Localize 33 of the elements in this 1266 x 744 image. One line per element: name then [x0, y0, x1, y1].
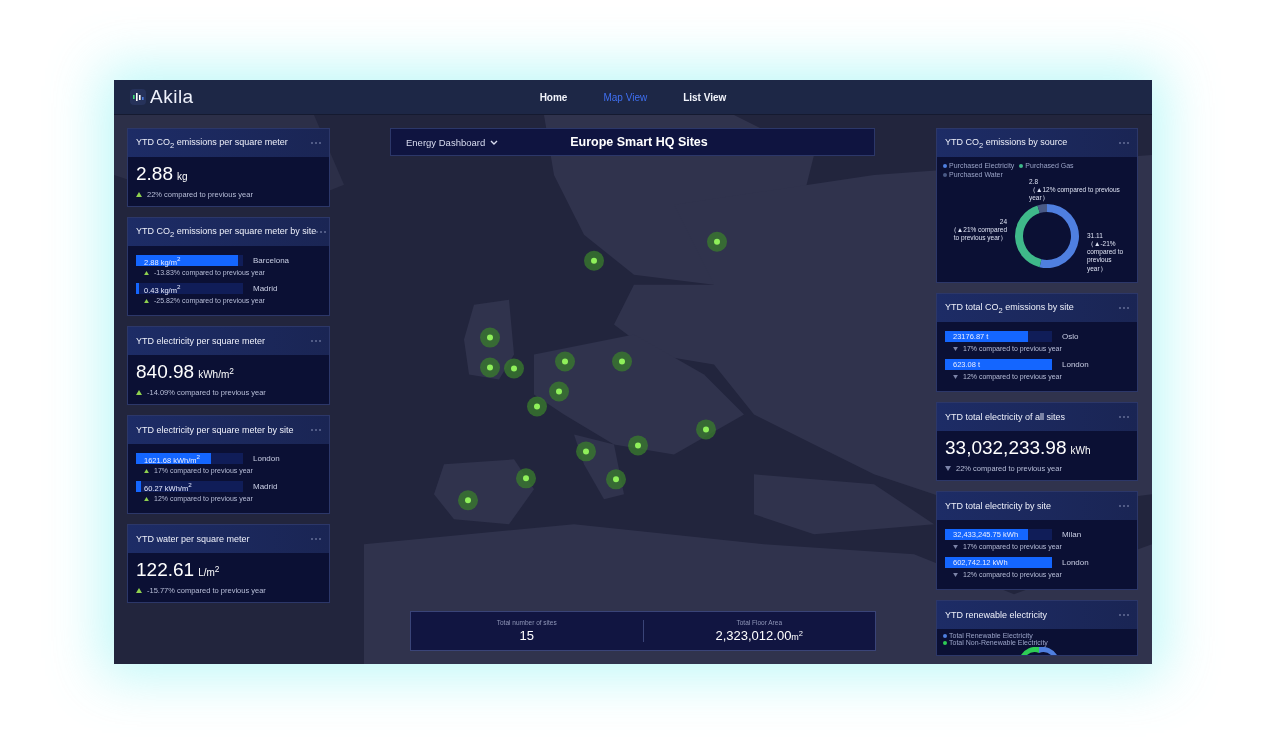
panel-title: YTD electricity per square meter [136, 336, 266, 346]
panel-title: YTD total electricity of all sites [945, 412, 1066, 422]
dashboard-dropdown[interactable]: Energy Dashboard [406, 136, 499, 148]
summary-value: 2,323,012.00m$^{2}$ [715, 628, 804, 643]
site-name: Oslo [1062, 332, 1079, 341]
metric-value: 2.88 [136, 163, 173, 185]
site-name: London [1062, 558, 1089, 567]
nav-link[interactable]: List View [683, 91, 727, 103]
metric-value: 840.98 [136, 361, 195, 383]
panel-title: YTD CO$_{2}$ emissions per square meter by site [136, 225, 317, 239]
panel-title: YTD CO$_{2}$ emissions by source [945, 136, 1068, 150]
site-name: Madrid [253, 482, 278, 491]
site-name: Barcelona [253, 256, 290, 265]
metric-unit: L/m$^{2}$ [198, 563, 220, 578]
map-title: Europe Smart HQ Sites [570, 135, 708, 149]
site-name: Madrid [253, 284, 278, 293]
panel-title: YTD CO$_{2}$ emissions per square meter [136, 136, 288, 150]
metric-unit: kg [177, 171, 188, 182]
metric-value: 122.61 [136, 559, 195, 581]
nav-link[interactable]: Home [539, 91, 568, 103]
panel-title: YTD total electricity by site [945, 501, 1052, 511]
panel-title: YTD total CO$_{2}$ emissions by site [945, 301, 1074, 315]
site-name: London [253, 454, 280, 463]
summary-value: 15 [519, 628, 534, 643]
metric-unit: kWh/m$^{2}$ [198, 365, 234, 380]
site-name: London [1062, 360, 1089, 369]
panel-title: YTD electricity per square meter by site [136, 425, 294, 435]
panel-title: YTD water per square meter [136, 534, 250, 544]
logo-text: Akila [150, 86, 194, 108]
metric-value: 33,032,233.98 [945, 437, 1067, 459]
panel-title: YTD renewable electricity [945, 610, 1048, 620]
site-name: Milan [1062, 530, 1082, 539]
metric-unit: kWh [1070, 445, 1091, 456]
